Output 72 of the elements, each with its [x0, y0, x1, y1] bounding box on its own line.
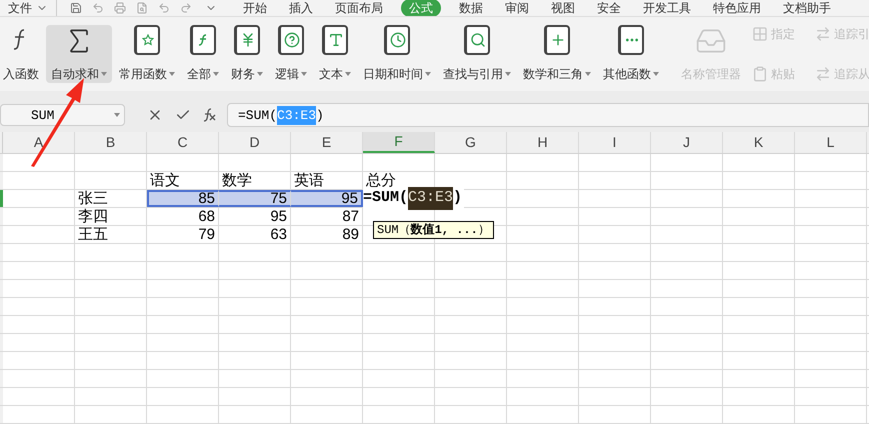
cell-text: 张三 [78, 190, 108, 207]
cell-number: 95 [270, 208, 287, 226]
ribbon-button[interactable]: 常用函数 [114, 24, 180, 83]
clipboard-icon [752, 66, 768, 82]
ribbon-button[interactable]: 全部 [182, 24, 224, 83]
trace-icon [815, 26, 831, 42]
cell-text: 李四 [78, 208, 108, 225]
cell-number: 87 [342, 208, 359, 226]
redo-icon[interactable] [180, 2, 192, 14]
book-search-icon [464, 24, 490, 55]
menu-tab[interactable]: 文档助手 [779, 0, 835, 16]
formula-field[interactable]: =SUM(C3:E3) [227, 103, 869, 128]
ribbon-button[interactable]: 数学和三角 [518, 24, 596, 83]
column-header[interactable]: I [579, 132, 651, 153]
cell-text: 数学 [222, 172, 252, 189]
cell-formula[interactable]: =SUM(C3:E3) [363, 187, 464, 210]
column-header[interactable]: H [507, 132, 579, 153]
cell-text: 总分 [366, 172, 396, 189]
ribbon-button[interactable]: 财务 [226, 24, 268, 83]
ribbon-button[interactable]: 日期和时间 [358, 24, 436, 83]
undo-icon[interactable] [158, 2, 170, 14]
trace-icon [815, 66, 831, 82]
menu-tab[interactable]: 数据 [455, 0, 487, 16]
menu-tab[interactable]: 审阅 [501, 0, 533, 16]
column-header[interactable]: B [75, 132, 147, 153]
cell-number: 95 [341, 190, 358, 208]
grid-icon [752, 26, 768, 42]
save-icon[interactable] [70, 2, 82, 14]
book-question-icon [278, 24, 304, 55]
book-clock-icon [384, 24, 410, 55]
function-icon[interactable] [201, 107, 217, 124]
cell-number: 85 [198, 190, 215, 208]
name-box[interactable]: SUM [0, 104, 125, 126]
book-plus-icon [544, 24, 570, 55]
ribbon-button[interactable]: 逻辑 [270, 24, 312, 83]
printer-icon[interactable] [114, 2, 126, 14]
cell-text: 王五 [78, 226, 108, 243]
column-header[interactable]: C [147, 132, 219, 153]
cell-number: 68 [198, 208, 215, 226]
undo-icon[interactable] [92, 2, 104, 14]
book-dots-icon [618, 24, 644, 55]
cell-text: 语文 [150, 172, 180, 189]
function-tooltip: SUM（数值1, ...） [373, 221, 494, 239]
cell-text: 英语 [294, 172, 324, 189]
cell-number: 75 [270, 190, 287, 208]
column-header[interactable]: F [363, 132, 435, 153]
column-header[interactable]: D [219, 132, 291, 153]
ribbon-button[interactable]: 自动求和 [46, 24, 112, 83]
cell-number: 63 [270, 226, 287, 244]
menu-tab[interactable]: 页面布局 [331, 0, 387, 16]
menu-tab[interactable]: 开发工具 [639, 0, 695, 16]
ribbon-button[interactable]: 其他函数 [598, 24, 664, 83]
menu-tab[interactable]: 特色应用 [709, 0, 765, 16]
ribbon-button[interactable]: 文本 [314, 24, 356, 83]
column-header[interactable]: K [723, 132, 795, 153]
menu-tab[interactable]: 文件 [4, 0, 36, 16]
column-header[interactable]: L [795, 132, 867, 153]
cell-number: 89 [342, 226, 359, 244]
caret-icon [114, 113, 120, 118]
book-letter-icon [322, 24, 348, 55]
menu-tab[interactable]: 开始 [239, 0, 271, 16]
preview-icon[interactable] [136, 2, 148, 14]
ribbon-button[interactable]: 查找与引用 [438, 24, 516, 83]
menu-tab[interactable]: 视图 [547, 0, 579, 16]
column-header[interactable]: J [651, 132, 723, 153]
book-yen-icon [234, 24, 260, 55]
book-function-icon [190, 24, 216, 55]
ribbon-button[interactable]: 入函数 [0, 24, 44, 83]
cell-number: 79 [198, 226, 215, 244]
menu-tab[interactable]: 插入 [285, 0, 317, 16]
menu-tab[interactable]: 安全 [593, 0, 625, 16]
column-header[interactable]: G [435, 132, 507, 153]
